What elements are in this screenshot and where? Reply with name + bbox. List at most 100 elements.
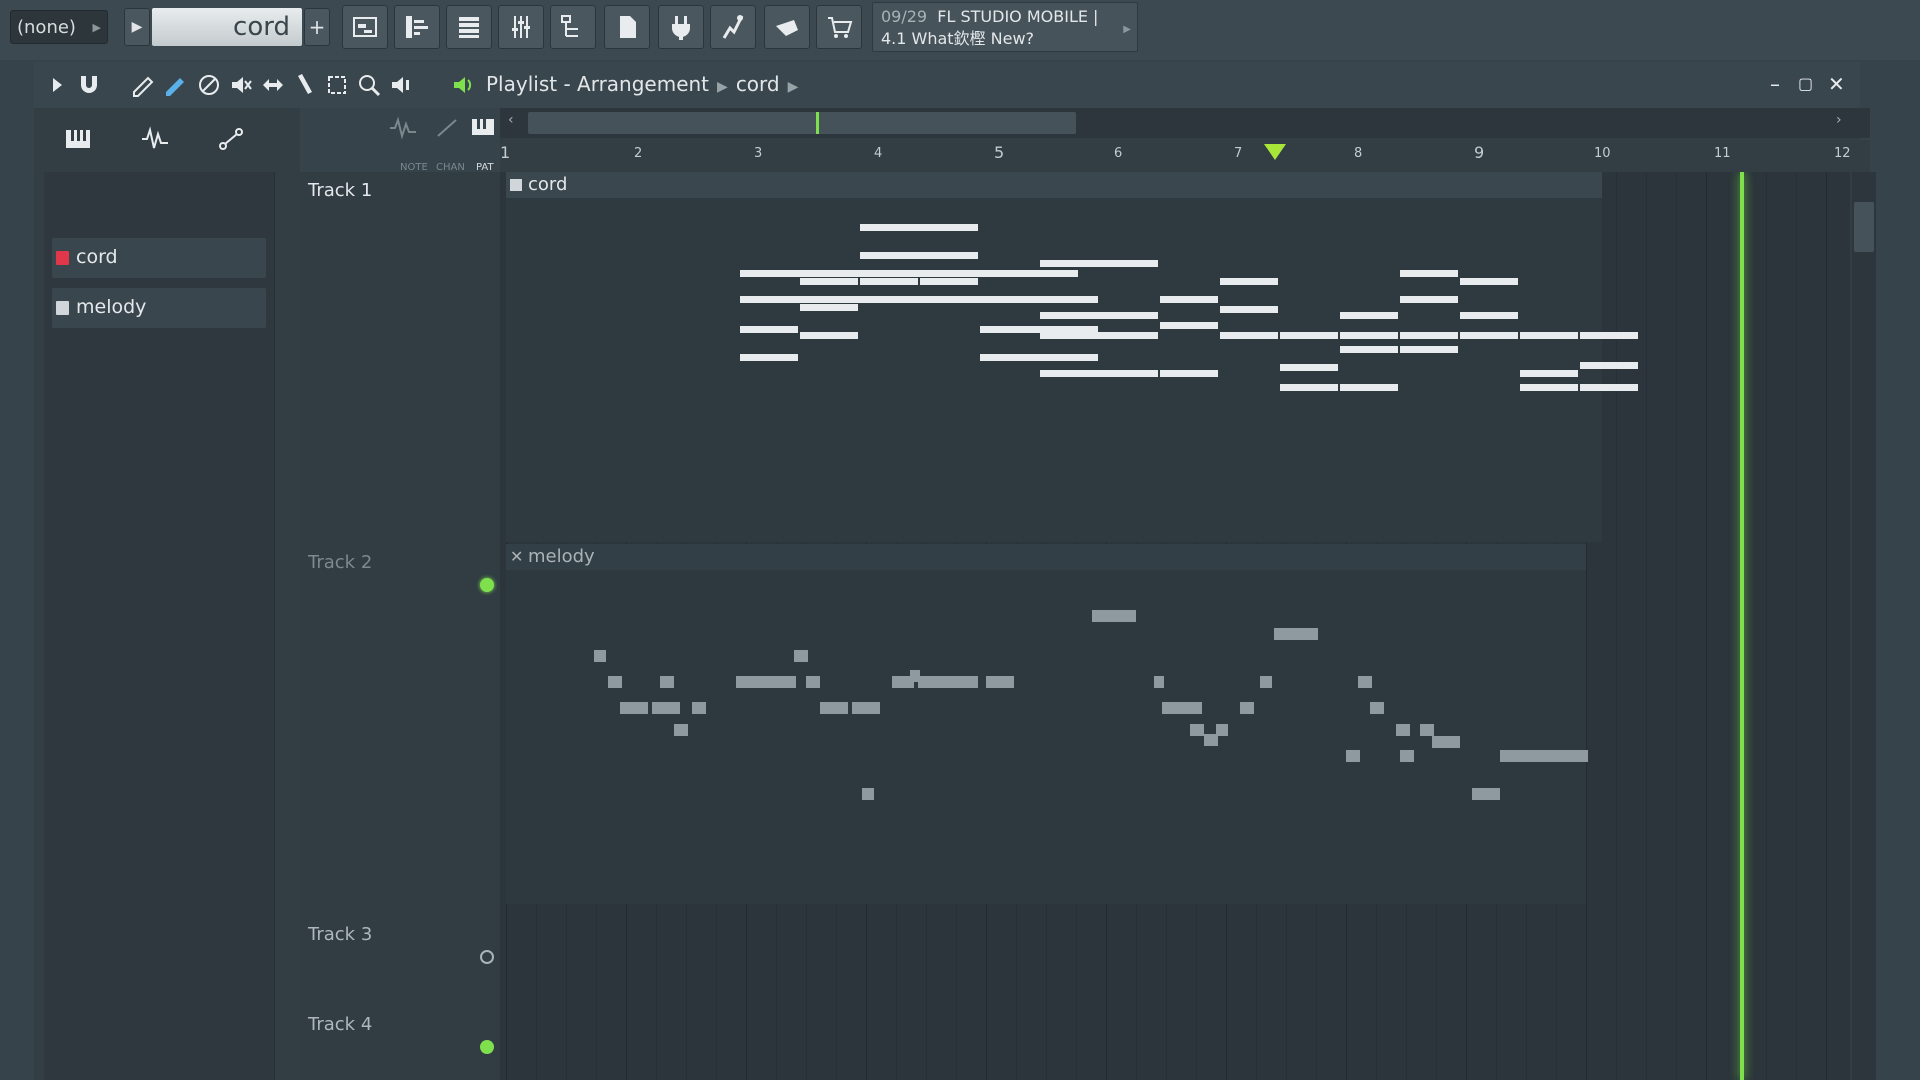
chevron-right-icon: ▶ bbox=[717, 79, 728, 95]
pencil-icon[interactable] bbox=[130, 72, 156, 98]
note bbox=[1400, 332, 1458, 339]
pattern-name-field[interactable]: cord bbox=[152, 8, 302, 46]
note bbox=[980, 296, 1098, 303]
note bbox=[860, 278, 918, 285]
close-button[interactable]: ✕ bbox=[1828, 72, 1845, 96]
minimize-button[interactable]: – bbox=[1770, 72, 1780, 96]
delete-icon[interactable] bbox=[196, 72, 222, 98]
plugin-picker-icon bbox=[620, 16, 636, 38]
melody-note bbox=[652, 702, 680, 714]
scroll-thumb[interactable] bbox=[528, 112, 1076, 134]
cord-clip[interactable]: cord bbox=[506, 172, 1638, 542]
melody-note bbox=[608, 676, 622, 688]
chevron-right-icon: ▶ bbox=[1123, 24, 1131, 35]
melody-note bbox=[660, 676, 674, 688]
track-1-toggle[interactable] bbox=[480, 578, 494, 592]
news-panel[interactable]: 09/29 FL STUDIO MOBILE | 4.1 What欽樫 New?… bbox=[872, 2, 1138, 52]
pattern-item-cord[interactable]: cord bbox=[52, 238, 266, 278]
hint-button[interactable] bbox=[764, 5, 810, 49]
track-3-label[interactable]: Track 3 bbox=[308, 924, 372, 945]
playlist-title-bar: Playlist - Arrangement ▶ cord ▶ – ▢ ✕ bbox=[34, 62, 1860, 108]
grid-line bbox=[1766, 172, 1767, 1080]
playlist-grid[interactable]: cord ✕ melody bbox=[500, 172, 1850, 1080]
note bbox=[800, 304, 858, 311]
automation-clip-icon[interactable] bbox=[434, 116, 460, 140]
hint-icon bbox=[776, 20, 798, 36]
slip-icon[interactable] bbox=[260, 72, 286, 98]
melody-clip-label: melody bbox=[528, 546, 595, 567]
shop-button[interactable] bbox=[816, 5, 862, 49]
channel-rack-button[interactable] bbox=[446, 5, 492, 49]
automation-tab-icon[interactable] bbox=[218, 126, 244, 152]
bar-number: 4 bbox=[874, 146, 883, 161]
track-4-label[interactable]: Track 4 bbox=[308, 1014, 372, 1035]
note bbox=[1400, 346, 1458, 353]
tempo-button[interactable] bbox=[710, 5, 756, 49]
playlist-button[interactable] bbox=[342, 5, 388, 49]
pattern-play-button[interactable]: ▶ bbox=[124, 8, 150, 46]
melody-note bbox=[1420, 724, 1434, 736]
melody-note bbox=[918, 676, 978, 688]
timeline-ruler[interactable]: 1 2 3 4 5 6 7 8 9 10 11 12 bbox=[500, 140, 1870, 172]
vertical-scroll-thumb[interactable] bbox=[1854, 202, 1874, 252]
audio-clip-icon[interactable] bbox=[388, 116, 418, 140]
pattern-select[interactable]: (none) ▶ bbox=[10, 10, 108, 44]
track-3-toggle[interactable] bbox=[480, 1040, 494, 1054]
note bbox=[1160, 370, 1218, 377]
play-icon[interactable] bbox=[44, 72, 70, 98]
track-2-toggle[interactable] bbox=[480, 950, 494, 964]
news-subtitle: 4.1 What欽樫 New? bbox=[881, 29, 1035, 48]
zoom-icon[interactable] bbox=[356, 72, 382, 98]
breadcrumb-playlist[interactable]: Playlist - Arrangement bbox=[486, 72, 709, 96]
pattern-icon bbox=[56, 251, 69, 265]
select-icon[interactable] bbox=[324, 72, 350, 98]
vertical-scrollbar[interactable] bbox=[1852, 172, 1876, 1080]
grid-line bbox=[1736, 172, 1737, 1080]
track-2-label[interactable]: Track 2 bbox=[308, 552, 372, 573]
melody-note bbox=[1432, 736, 1460, 748]
maximize-button[interactable]: ▢ bbox=[1798, 74, 1813, 93]
melody-note bbox=[794, 650, 808, 662]
note bbox=[800, 332, 858, 339]
speaker-icon[interactable] bbox=[450, 72, 476, 98]
track-headers: Track 1 Track 2 Track 3 Track 4 bbox=[300, 172, 500, 1080]
pattern-clip-icon[interactable] bbox=[470, 116, 496, 140]
plugin-button[interactable] bbox=[658, 5, 704, 49]
scroll-right-icon[interactable]: › bbox=[1836, 112, 1842, 128]
note bbox=[1220, 278, 1278, 285]
breadcrumb-pattern[interactable]: cord bbox=[736, 72, 780, 96]
note bbox=[1160, 322, 1218, 329]
grid-line bbox=[1706, 172, 1707, 1080]
audio-tab-icon[interactable] bbox=[140, 126, 170, 152]
track-1-label[interactable]: Track 1 bbox=[308, 180, 372, 201]
mute-icon[interactable] bbox=[228, 72, 254, 98]
pattern-select-value: (none) bbox=[17, 17, 76, 38]
melody-clip-header[interactable]: ✕ melody bbox=[506, 544, 1586, 570]
melody-clip[interactable]: ✕ melody bbox=[506, 544, 1588, 904]
project-button[interactable] bbox=[604, 5, 650, 49]
cord-clip-label: cord bbox=[528, 174, 568, 195]
horizontal-scrollbar[interactable]: ‹ › bbox=[500, 108, 1870, 138]
pattern-item-melody[interactable]: melody bbox=[52, 288, 266, 328]
add-pattern-button[interactable]: + bbox=[304, 8, 330, 46]
browser-button[interactable] bbox=[550, 5, 596, 49]
note bbox=[1580, 362, 1638, 369]
scroll-position-marker bbox=[816, 112, 819, 134]
playback-icon[interactable] bbox=[388, 72, 414, 98]
bar-number: 10 bbox=[1594, 146, 1611, 161]
cord-clip-header[interactable]: cord bbox=[506, 172, 1602, 198]
magnet-icon[interactable] bbox=[76, 72, 102, 98]
piano-tab-icon[interactable] bbox=[64, 126, 92, 152]
scroll-left-icon[interactable]: ‹ bbox=[508, 112, 514, 128]
bar-number: 3 bbox=[754, 146, 763, 161]
grid-line bbox=[1616, 172, 1617, 1080]
piano-roll-button[interactable] bbox=[394, 5, 440, 49]
melody-note bbox=[1500, 750, 1588, 762]
note bbox=[1280, 384, 1338, 391]
slice-icon[interactable] bbox=[292, 72, 318, 98]
paint-icon[interactable] bbox=[162, 72, 188, 98]
playhead-marker-icon[interactable] bbox=[1262, 142, 1288, 162]
melody-note bbox=[820, 702, 848, 714]
mixer-button[interactable] bbox=[498, 5, 544, 49]
melody-note bbox=[674, 724, 688, 736]
